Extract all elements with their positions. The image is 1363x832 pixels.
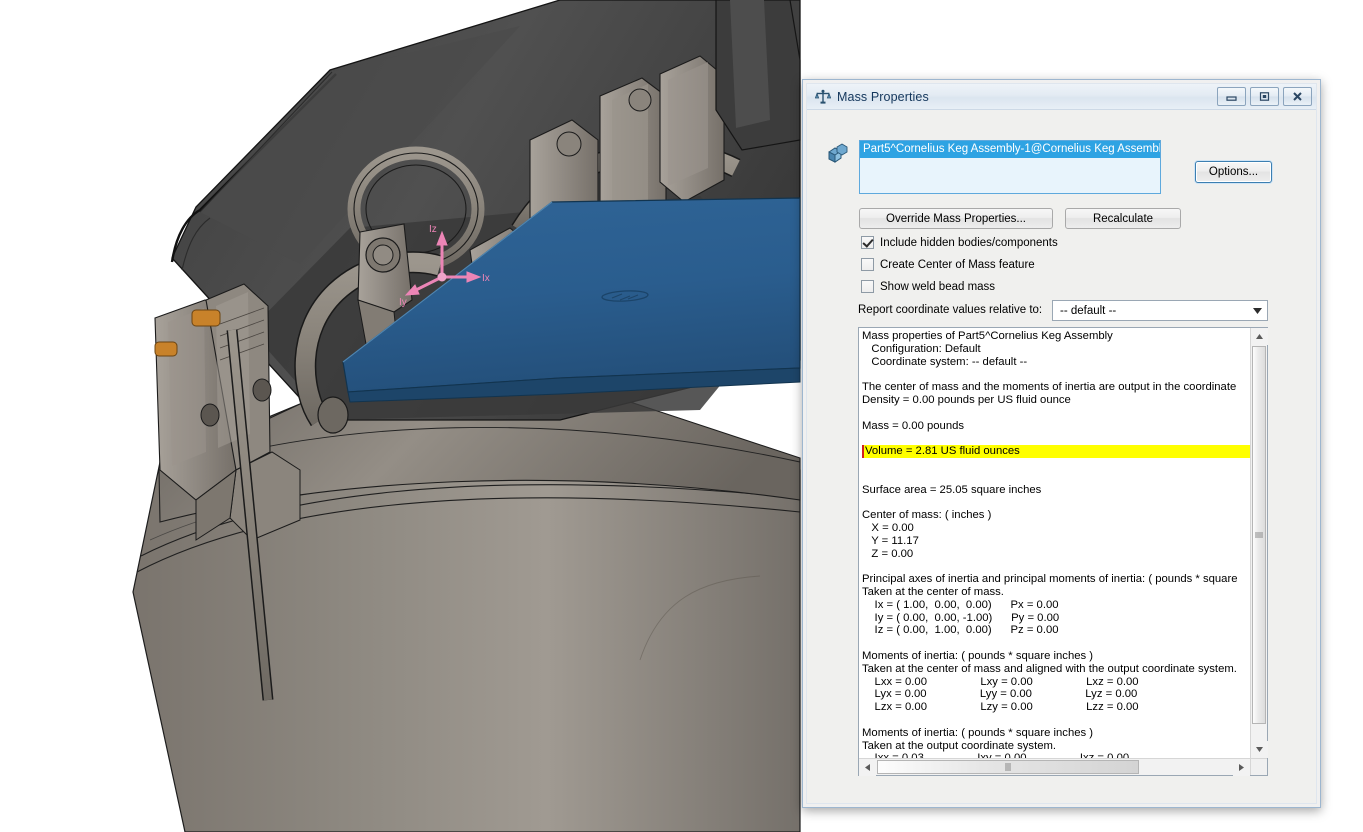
checkbox-include-hidden-bodies[interactable]: Include hidden bodies/components [861, 236, 1058, 249]
scroll-left-arrow[interactable] [859, 759, 876, 776]
minimize-button[interactable] [1217, 87, 1246, 106]
scale-balance-icon [814, 89, 832, 105]
checkbox-box[interactable] [861, 236, 874, 249]
checkbox-label: Include hidden bodies/components [880, 236, 1058, 249]
triad-y-label: Iy [399, 297, 407, 308]
triad-z-label: Iz [429, 224, 437, 235]
recalculate-button[interactable]: Recalculate [1065, 208, 1181, 229]
horizontal-scroll-thumb[interactable] [877, 760, 1139, 774]
coordinate-system-value: -- default -- [1060, 304, 1117, 317]
window-controls [1217, 87, 1312, 106]
checkbox-create-center-of-mass[interactable]: Create Center of Mass feature [861, 258, 1035, 271]
selection-listbox[interactable]: Part5^Cornelius Keg Assembly-1@Cornelius… [859, 140, 1161, 194]
restore-button[interactable] [1250, 87, 1279, 106]
dialog-titlebar[interactable]: Mass Properties [807, 84, 1316, 110]
checkbox-box[interactable] [861, 280, 874, 293]
mass-properties-dialog[interactable]: Mass Properties Part5^Cornelius Keg Asse… [802, 79, 1321, 808]
selection-item[interactable]: Part5^Cornelius Keg Assembly-1@Cornelius… [860, 141, 1160, 158]
part-cube-icon [826, 143, 848, 165]
close-button[interactable] [1283, 87, 1312, 106]
scroll-down-arrow[interactable] [1251, 741, 1268, 758]
vertical-scroll-thumb[interactable] [1252, 346, 1266, 724]
coordinate-relative-label: Report coordinate values relative to: [858, 304, 1043, 316]
chevron-down-icon[interactable] [1249, 302, 1266, 319]
report-horizontal-scrollbar[interactable] [859, 758, 1250, 776]
report-vertical-scrollbar[interactable] [1250, 328, 1268, 758]
report-text-area[interactable]: Mass properties of Part5^Cornelius Keg A… [859, 328, 1250, 758]
checkbox-box[interactable] [861, 258, 874, 271]
mass-properties-report[interactable]: Mass properties of Part5^Cornelius Keg A… [858, 327, 1268, 776]
checkbox-label: Show weld bead mass [880, 280, 996, 293]
override-mass-properties-button[interactable]: Override Mass Properties... [859, 208, 1053, 229]
triad-x-label: Ix [482, 273, 490, 284]
options-button[interactable]: Options... [1195, 161, 1272, 183]
report-before-highlight: Mass properties of Part5^Cornelius Keg A… [862, 330, 1237, 432]
report-volume-highlight: Volume = 2.81 US fluid ounces [862, 445, 1250, 458]
checkbox-label: Create Center of Mass feature [880, 258, 1035, 271]
coordinate-system-select[interactable]: -- default -- [1052, 300, 1268, 321]
checkbox-show-weld-bead-mass[interactable]: Show weld bead mass [861, 280, 995, 293]
scrollbar-corner [1250, 758, 1267, 775]
report-after-highlight: Surface area = 25.05 square inches Cente… [862, 483, 1238, 758]
dialog-inner-frame: Mass Properties Part5^Cornelius Keg Asse… [806, 83, 1317, 804]
dialog-body: Part5^Cornelius Keg Assembly-1@Cornelius… [807, 110, 1316, 803]
dialog-title: Mass Properties [837, 89, 929, 104]
screen: Iz Ix Iy Mass Properties Part5^Cornelius… [0, 0, 1363, 832]
scroll-up-arrow[interactable] [1251, 328, 1268, 345]
scroll-right-arrow[interactable] [1233, 759, 1250, 776]
